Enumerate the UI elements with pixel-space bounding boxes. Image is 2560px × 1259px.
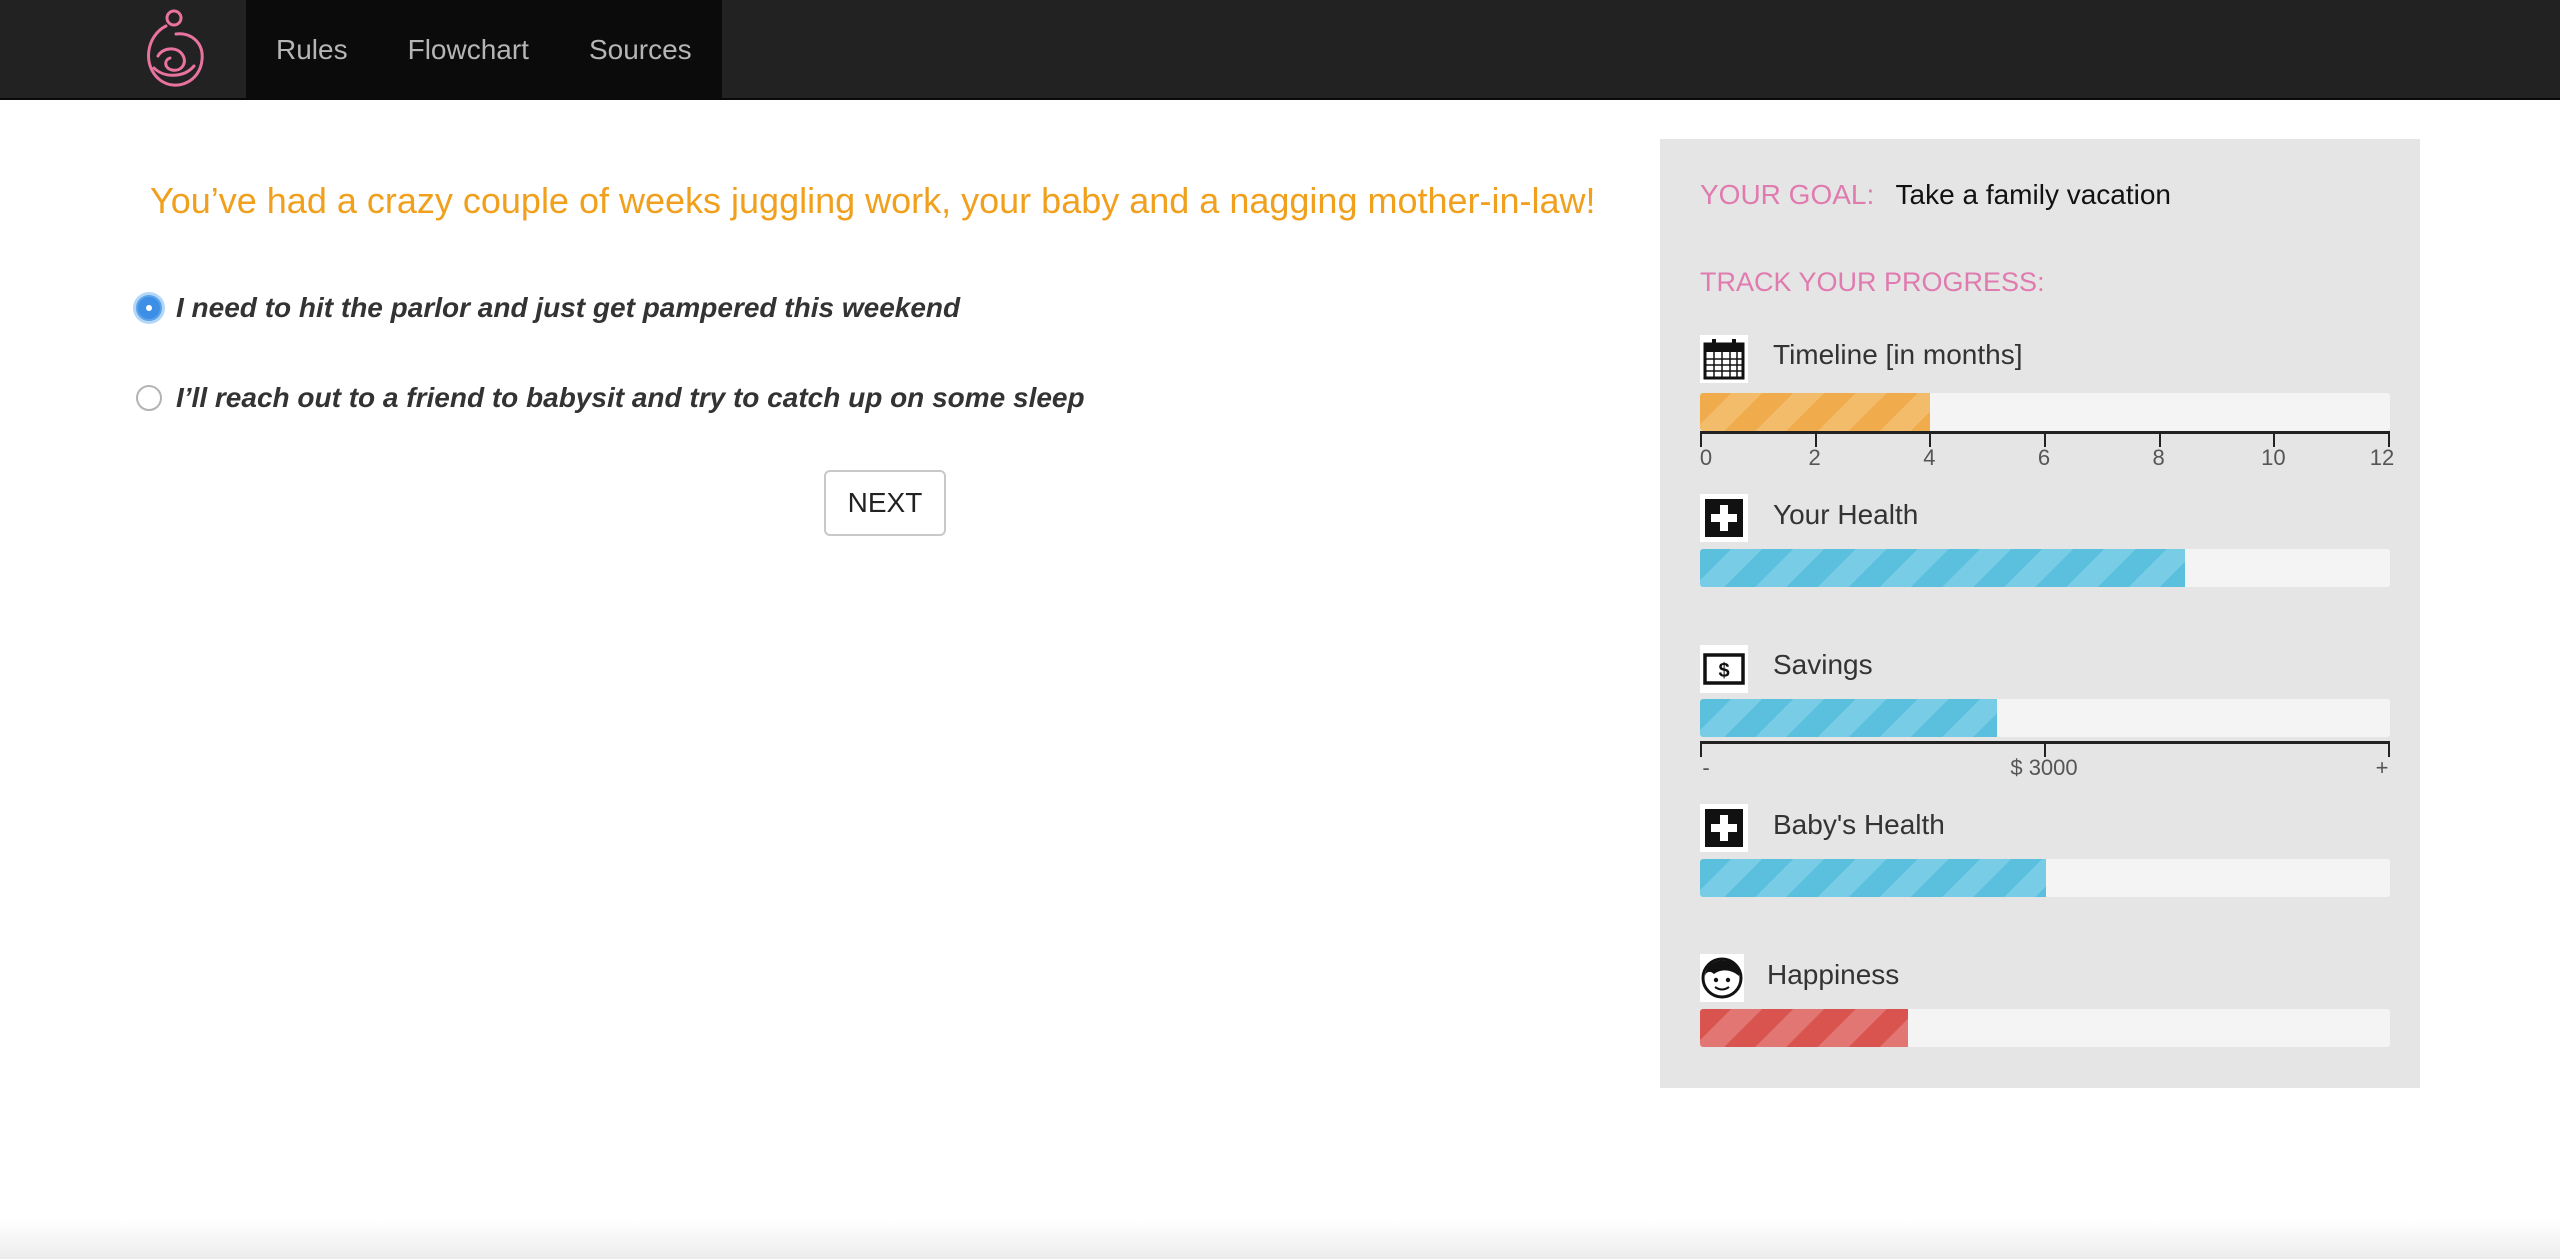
timeline-tick-label: 12 [2369,445,2395,470]
savings-tick-label: + [2375,755,2389,780]
metric-title-timeline: Timeline [in months] [1773,339,2023,370]
timeline-tick-label: 0 [1699,445,1713,470]
metric-title-happiness: Happiness [1767,959,1900,990]
savings-bar [1700,699,2390,737]
progress-panel: YOUR GOAL: Take a family vacation TRACK … [1660,139,2420,1088]
savings-tick-label: $ 3000 [2010,755,2078,780]
mother-baby-logo-icon[interactable] [136,6,208,92]
timeline-tick-label: 8 [2152,445,2165,470]
nav-links: Rules Flowchart Sources [246,0,722,99]
radio-pamper[interactable] [136,295,162,321]
timeline-axis: 0 2 4 6 8 10 12 [1700,431,2394,470]
calendar-icon [1700,335,1748,383]
nav-link-rules[interactable]: Rules [246,0,378,99]
metric-title-your-health: Your Health [1773,499,1919,530]
happiness-bar [1700,1009,2390,1047]
savings-axis: - $ 3000 + [1700,741,2390,780]
navbar: Rules Flowchart Sources [0,0,2560,100]
radio-sleep[interactable] [136,385,162,411]
medical-cross-icon [1700,494,1748,542]
babys-health-bar [1700,859,2390,897]
svg-text:$: $ [1718,660,1729,682]
money-icon: $ [1700,645,1748,693]
timeline-tick-label: 2 [1808,445,1821,470]
timeline-tick-label: 6 [2037,445,2051,470]
babys-health-bar-fill [1700,859,2047,897]
page-bottom-shadow [0,1220,2560,1259]
timeline-bar [1700,393,2390,431]
savings-tick-label: - [1702,755,1710,780]
option-sleep[interactable]: I’ll reach out to a friend to babysit an… [136,382,1085,414]
scenario-question: You’ve had a crazy couple of weeks juggl… [150,180,1596,221]
happiness-bar-fill [1700,1009,1909,1047]
goal: YOUR GOAL: Take a family vacation [1700,179,2171,211]
nav-link-flowchart[interactable]: Flowchart [378,0,559,99]
option-label[interactable]: I’ll reach out to a friend to babysit an… [176,382,1085,414]
option-pamper[interactable]: I need to hit the parlor and just get pa… [136,292,960,324]
track-progress-label: TRACK YOUR PROGRESS: [1700,267,2045,297]
medical-cross-icon [1700,804,1748,852]
timeline-bar-fill [1700,393,1930,431]
goal-value: Take a family vacation [1895,179,2172,210]
timeline-tick-label: 10 [2261,445,2286,470]
goal-label: YOUR GOAL: [1700,179,1875,210]
next-button[interactable]: NEXT [824,470,946,536]
savings-bar-fill [1700,699,1997,737]
face-icon [1700,954,1744,1002]
timeline-tick-label: 4 [1923,445,1936,470]
your-health-bar [1700,549,2390,587]
option-label[interactable]: I need to hit the parlor and just get pa… [176,292,960,324]
metric-title-savings: Savings [1773,649,1873,680]
your-health-bar-fill [1700,549,2186,587]
nav-link-sources[interactable]: Sources [559,0,722,99]
metric-title-babys-health: Baby's Health [1773,809,1945,840]
